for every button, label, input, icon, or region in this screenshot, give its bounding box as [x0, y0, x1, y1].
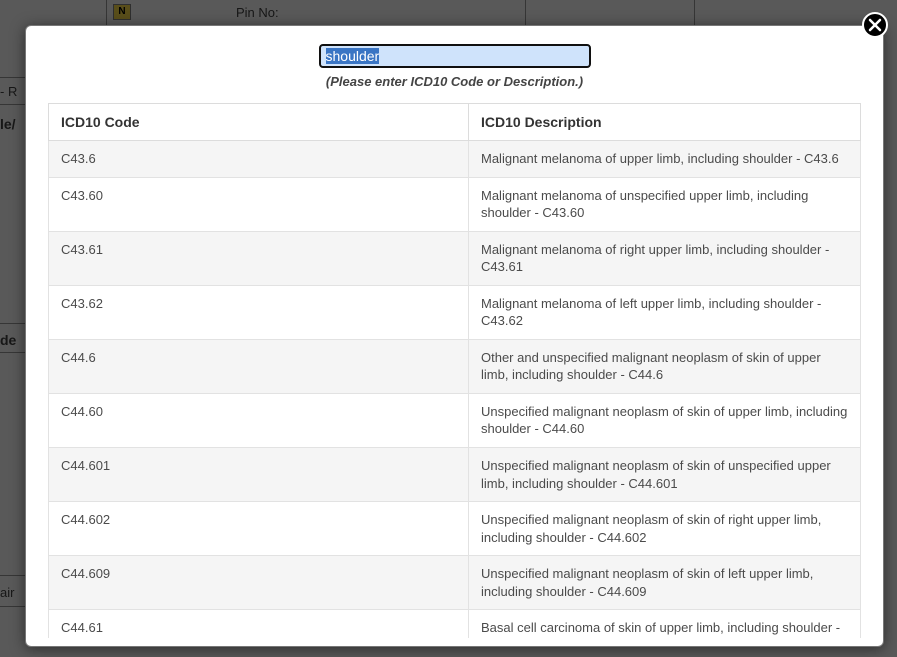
- table-row[interactable]: C44.602Unspecified malignant neoplasm of…: [49, 502, 861, 556]
- table-row[interactable]: C44.609Unspecified malignant neoplasm of…: [49, 556, 861, 610]
- cell-code: C44.61: [49, 610, 469, 638]
- table-row[interactable]: C43.6Malignant melanoma of upper limb, i…: [49, 141, 861, 178]
- cell-code: C44.6: [49, 339, 469, 393]
- cell-code: C44.602: [49, 502, 469, 556]
- cell-description: Malignant melanoma of unspecified upper …: [469, 177, 861, 231]
- cell-code: C44.60: [49, 393, 469, 447]
- table-row[interactable]: C44.60Unspecified malignant neoplasm of …: [49, 393, 861, 447]
- cell-description: Malignant melanoma of right upper limb, …: [469, 231, 861, 285]
- cell-description: Malignant melanoma of upper limb, includ…: [469, 141, 861, 178]
- cell-description: Unspecified malignant neoplasm of skin o…: [469, 502, 861, 556]
- column-header-description[interactable]: ICD10 Description: [469, 104, 861, 141]
- cell-code: C44.601: [49, 448, 469, 502]
- column-header-code[interactable]: ICD10 Code: [49, 104, 469, 141]
- close-button[interactable]: [862, 12, 890, 40]
- table-row[interactable]: C43.61Malignant melanoma of right upper …: [49, 231, 861, 285]
- cell-description: Unspecified malignant neoplasm of skin o…: [469, 393, 861, 447]
- table-row[interactable]: C43.62Malignant melanoma of left upper l…: [49, 285, 861, 339]
- icd10-search-input[interactable]: [319, 44, 591, 68]
- search-hint: (Please enter ICD10 Code or Description.…: [48, 74, 861, 89]
- table-row[interactable]: C44.601Unspecified malignant neoplasm of…: [49, 448, 861, 502]
- results-scroll-area[interactable]: ICD10 Code ICD10 Description C43.6Malign…: [48, 103, 861, 638]
- table-row[interactable]: C44.61Basal cell carcinoma of skin of up…: [49, 610, 861, 638]
- cell-code: C43.62: [49, 285, 469, 339]
- cell-description: Unspecified malignant neoplasm of skin o…: [469, 448, 861, 502]
- cell-description: Unspecified malignant neoplasm of skin o…: [469, 556, 861, 610]
- cell-description: Other and unspecified malignant neoplasm…: [469, 339, 861, 393]
- table-row[interactable]: C43.60Malignant melanoma of unspecified …: [49, 177, 861, 231]
- close-x-icon: [862, 12, 888, 38]
- search-row: [48, 44, 861, 68]
- cell-code: C43.61: [49, 231, 469, 285]
- table-row[interactable]: C44.6Other and unspecified malignant neo…: [49, 339, 861, 393]
- cell-code: C44.609: [49, 556, 469, 610]
- cell-description: Basal cell carcinoma of skin of upper li…: [469, 610, 861, 638]
- cell-code: C43.6: [49, 141, 469, 178]
- icd10-lookup-modal: (Please enter ICD10 Code or Description.…: [25, 25, 884, 647]
- cell-description: Malignant melanoma of left upper limb, i…: [469, 285, 861, 339]
- icd10-results-table: ICD10 Code ICD10 Description C43.6Malign…: [48, 103, 861, 638]
- cell-code: C43.60: [49, 177, 469, 231]
